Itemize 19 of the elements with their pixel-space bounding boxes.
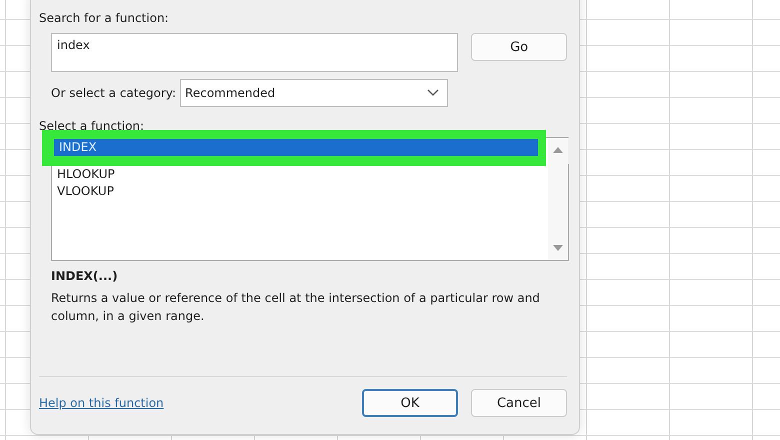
function-label: Select a function: (39, 119, 146, 133)
ok-button[interactable]: OK (362, 389, 458, 417)
function-item[interactable]: VLOOKUP (52, 183, 548, 200)
search-field[interactable]: index (51, 33, 458, 72)
function-item[interactable]: INDEX (54, 139, 538, 156)
function-description: Returns a value or reference of the cell at the intersection of a particular row and column, in a given range. (51, 290, 541, 325)
help-link[interactable]: Help on this function (39, 396, 164, 410)
chevron-down-icon (427, 89, 440, 97)
scroll-down-icon[interactable] (553, 245, 563, 252)
function-list[interactable] (51, 164, 569, 261)
scroll-up-icon[interactable] (553, 146, 563, 153)
search-label: Search for a function: (39, 11, 170, 25)
scrollbar[interactable] (548, 138, 568, 260)
function-signature: INDEX(...) (51, 269, 119, 283)
function-item[interactable]: HLOOKUP (52, 166, 548, 183)
category-dropdown[interactable]: Recommended (180, 79, 448, 107)
cancel-button[interactable]: Cancel (471, 389, 567, 417)
category-label: Or select a category: (51, 86, 176, 100)
go-button[interactable]: Go (471, 33, 567, 61)
